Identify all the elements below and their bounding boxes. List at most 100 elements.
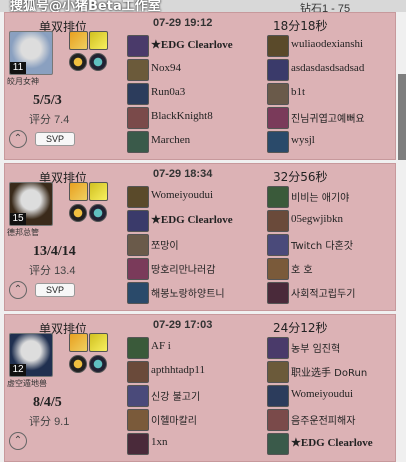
player-name[interactable]: 호 호	[291, 261, 313, 276]
score-label: 评分	[29, 415, 51, 428]
player-left[interactable]: Nox94	[127, 59, 257, 81]
champion-level: 11	[10, 62, 26, 74]
player-name[interactable]: 신강 불고기	[151, 388, 200, 403]
player-champion-icon	[267, 234, 289, 256]
player-left[interactable]: apthhtadp11	[127, 361, 257, 383]
champion-portrait[interactable]: 15	[9, 182, 53, 226]
match-date: 07-29 17:03	[153, 319, 213, 331]
player-left[interactable]: 땅호리만나러감	[127, 258, 257, 280]
player-name[interactable]: b1t	[291, 86, 305, 98]
player-name[interactable]: 05egwjibkn	[291, 213, 343, 225]
keystone-rune-icon	[69, 355, 87, 373]
player-right[interactable]: b1t	[267, 83, 397, 105]
match-card[interactable]: 单双排位 12 虚空遁地兽 8/4/5 评分 9.1 ⌃ 07-29 17:03 24分12…	[4, 314, 396, 462]
player-name[interactable]: 비비는 애기야	[291, 189, 349, 204]
score-label: 评分	[29, 113, 51, 126]
player-left[interactable]: 쪼망이	[127, 234, 257, 256]
player-right[interactable]: 진님귀엽고예뻐요	[267, 107, 397, 129]
player-right[interactable]: ★EDG Clearlove	[267, 433, 397, 455]
player-name[interactable]: 땅호리만나러감	[151, 261, 215, 276]
player-name[interactable]: wysjl	[291, 134, 315, 146]
player-champion-icon	[127, 186, 149, 208]
player-name[interactable]: asdasdasdsadsad	[291, 62, 364, 74]
player-left[interactable]: ★EDG Clearlove	[127, 35, 257, 57]
player-left[interactable]: 이헬마칼리	[127, 409, 257, 431]
player-champion-icon	[267, 337, 289, 359]
player-left[interactable]: 해봉노랑하양트니	[127, 282, 257, 304]
player-right[interactable]: wysjl	[267, 131, 397, 153]
player-name[interactable]: 职业选手 DoRun	[291, 364, 367, 379]
player-name[interactable]: 쪼망이	[151, 237, 179, 252]
score-value: 9.1	[54, 416, 70, 428]
player-left[interactable]: 신강 불고기	[127, 385, 257, 407]
player-name[interactable]: 음주운전피해자	[291, 412, 355, 427]
player-name[interactable]: 이헬마칼리	[151, 412, 197, 427]
player-name[interactable]: 1xn	[151, 436, 168, 448]
player-left[interactable]: AF i	[127, 337, 257, 359]
player-left[interactable]: ★EDG Clearlove	[127, 210, 257, 232]
player-name[interactable]: ★EDG Clearlove	[151, 213, 233, 226]
player-left[interactable]: Womeiyoudui	[127, 186, 257, 208]
collapse-icon[interactable]: ⌃	[9, 432, 27, 450]
player-right[interactable]: 사회적고립두기	[267, 282, 397, 304]
player-left[interactable]: Marchen	[127, 131, 257, 153]
player-name[interactable]: Nox94	[151, 62, 181, 74]
player-name[interactable]: Marchen	[151, 134, 190, 146]
player-right[interactable]: 호 호	[267, 258, 397, 280]
player-champion-icon	[127, 337, 149, 359]
player-right[interactable]: asdasdasdsadsad	[267, 59, 397, 81]
player-champion-icon	[267, 131, 289, 153]
player-name[interactable]: ★EDG Clearlove	[151, 38, 233, 51]
kda: 5/5/3	[33, 93, 62, 108]
player-name[interactable]: 사회적고립두기	[291, 285, 355, 300]
score-value: 7.4	[54, 114, 70, 126]
player-right[interactable]: Twitch 다혼갓	[267, 234, 397, 256]
player-right[interactable]: 职业选手 DoRun	[267, 361, 397, 383]
player-name[interactable]: BlackKnight8	[151, 110, 213, 122]
player-name[interactable]: wuliaodexianshi	[291, 38, 363, 50]
summoner-spell-icon	[69, 333, 88, 352]
collapse-icon[interactable]: ⌃	[9, 130, 27, 148]
summoner-spell-icon	[89, 182, 108, 201]
player-right[interactable]: wuliaodexianshi	[267, 35, 397, 57]
match-card[interactable]: 单双排位 11 皎月女神 5/5/3 评分 7.4 ⌃ SVP 07-29 19:12 18分…	[4, 12, 396, 160]
secondary-rune-icon	[89, 204, 107, 222]
player-name[interactable]: AF i	[151, 340, 171, 352]
player-left[interactable]: 1xn	[127, 433, 257, 455]
player-champion-icon	[127, 409, 149, 431]
player-name[interactable]: Run0a3	[151, 86, 185, 98]
summoner-spell-icon	[89, 333, 108, 352]
player-left[interactable]: Run0a3	[127, 83, 257, 105]
player-name[interactable]: apthhtadp11	[151, 364, 205, 376]
score: 评分 9.1	[29, 413, 69, 429]
player-right[interactable]: 05egwjibkn	[267, 210, 397, 232]
champion-portrait[interactable]: 11	[9, 31, 53, 75]
player-name[interactable]: 해봉노랑하양트니	[151, 285, 225, 300]
player-left[interactable]: BlackKnight8	[127, 107, 257, 129]
player-name[interactable]: 진님귀엽고예뻐요	[291, 110, 365, 125]
scrollbar[interactable]	[398, 74, 406, 160]
champion-name: 皎月女神	[7, 77, 39, 86]
player-champion-icon	[127, 361, 149, 383]
player-right[interactable]: 음주운전피해자	[267, 409, 397, 431]
player-right[interactable]: 비비는 애기야	[267, 186, 397, 208]
player-name[interactable]: ★EDG Clearlove	[291, 436, 373, 449]
player-right[interactable]: Womeiyoudui	[267, 385, 397, 407]
player-name[interactable]: Womeiyoudui	[291, 388, 353, 400]
player-name[interactable]: Womeiyoudui	[151, 189, 213, 201]
champion-level: 12	[10, 364, 26, 376]
player-champion-icon	[127, 83, 149, 105]
summoner-spell-icon	[69, 182, 88, 201]
collapse-icon[interactable]: ⌃	[9, 281, 27, 299]
summoner-spell-icon	[89, 31, 108, 50]
match-card[interactable]: 单双排位 15 德邦总管 13/4/14 评分 13.4 ⌃ SVP 07-29 18:34…	[4, 163, 396, 311]
keystone-rune-icon	[69, 204, 87, 222]
player-right[interactable]: 농부 임진혁	[267, 337, 397, 359]
player-name[interactable]: Twitch 다혼갓	[291, 237, 353, 252]
match-duration: 24分12秒	[273, 321, 328, 335]
player-champion-icon	[267, 409, 289, 431]
champion-portrait[interactable]: 12	[9, 333, 53, 377]
player-name[interactable]: 농부 임진혁	[291, 340, 340, 355]
player-champion-icon	[127, 59, 149, 81]
champion-name: 德邦总管	[7, 228, 39, 237]
